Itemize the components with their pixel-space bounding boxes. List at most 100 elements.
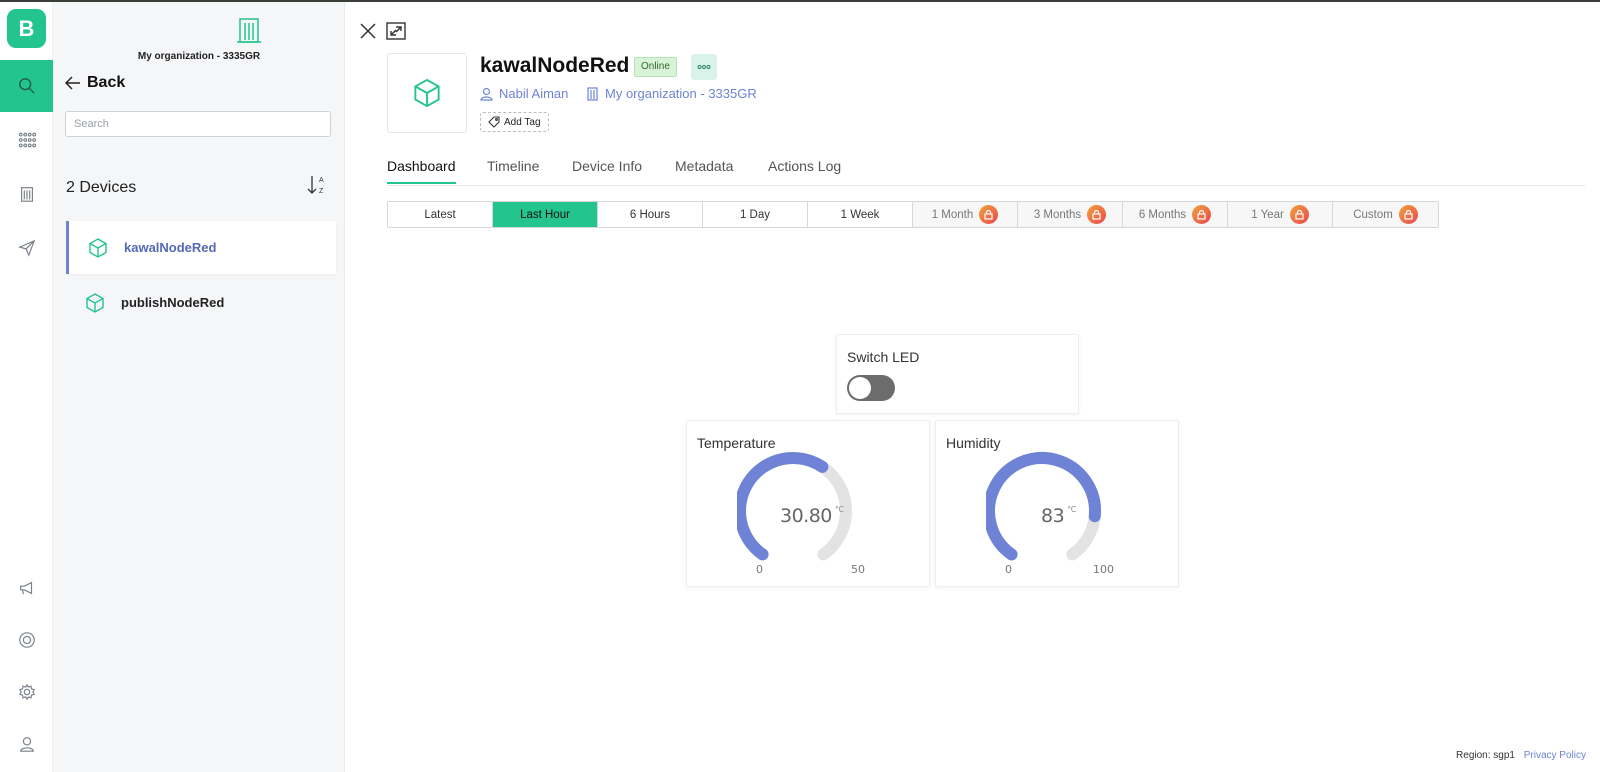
range-custom[interactable]: Custom	[1333, 202, 1438, 227]
sort-az-icon[interactable]: A Z	[306, 173, 328, 197]
device-panel: My organization - 3335GR Back 2 Devices …	[53, 2, 345, 772]
range-3-months[interactable]: 3 Months	[1018, 202, 1123, 227]
range-label: 1 Week	[840, 208, 880, 221]
tab-metadata[interactable]: Metadata	[675, 158, 733, 182]
widget-title: Humidity	[946, 435, 1001, 451]
range-label: 3 Months	[1033, 208, 1082, 221]
lock-icon	[979, 205, 999, 224]
device-avatar	[387, 53, 467, 133]
toggle-knob	[849, 377, 871, 399]
range-label: 1 Year	[1251, 208, 1284, 221]
device-title: kawalNodeRed	[480, 54, 630, 77]
tab-timeline[interactable]: Timeline	[487, 158, 539, 182]
lock-icon	[1192, 205, 1212, 224]
switch-widget: Switch LED	[836, 334, 1079, 414]
lock-icon	[1398, 205, 1418, 224]
lock-icon	[1289, 205, 1309, 224]
rail-organizations[interactable]	[0, 168, 53, 220]
tab-actions-log[interactable]: Actions Log	[768, 158, 841, 182]
rail-settings[interactable]	[0, 666, 53, 718]
range-label: 1 Day	[739, 208, 771, 221]
device-count: 2 Devices	[66, 179, 137, 196]
gauge-max: 50	[851, 563, 865, 576]
tag-icon	[488, 116, 500, 128]
device-list-item[interactable]: publishNodeRed	[66, 276, 336, 329]
range-6-hours[interactable]: 6 Hours	[598, 202, 703, 227]
user-icon	[480, 87, 493, 101]
back-label: Back	[87, 74, 126, 91]
owner-link[interactable]: Nabil Aiman	[480, 86, 568, 101]
apps-grid-icon	[18, 132, 36, 148]
gauge-min: 0	[756, 563, 763, 576]
rail-send[interactable]	[0, 222, 53, 274]
time-range-selector: Latest Last Hour 6 Hours 1 Day 1 Week 1 …	[387, 201, 1439, 228]
add-tag-button[interactable]: Add Tag	[480, 112, 549, 132]
lifebuoy-icon	[18, 632, 35, 648]
organization-link[interactable]: My organization - 3335GR	[586, 86, 757, 101]
device-list-item[interactable]: kawalNodeRed	[66, 221, 336, 274]
range-1-day[interactable]: 1 Day	[703, 202, 808, 227]
tab-dashboard[interactable]: Dashboard	[387, 158, 456, 184]
led-toggle[interactable]	[847, 375, 895, 401]
privacy-policy-link[interactable]: Privacy Policy	[1524, 750, 1586, 761]
range-label: 1 Month	[931, 208, 974, 221]
gear-icon	[18, 683, 35, 701]
range-1-week[interactable]: 1 Week	[808, 202, 913, 227]
rail-profile[interactable]	[0, 718, 53, 770]
left-rail: B	[0, 2, 53, 772]
gauge-min: 0	[1005, 563, 1012, 576]
close-icon[interactable]	[360, 23, 376, 39]
rail-search[interactable]	[0, 60, 53, 112]
svg-text:Z: Z	[319, 188, 324, 195]
app-logo[interactable]: B	[7, 9, 46, 48]
rail-announcements[interactable]	[0, 562, 53, 614]
range-1-month[interactable]: 1 Month	[913, 202, 1018, 227]
range-1-year[interactable]: 1 Year	[1228, 202, 1333, 227]
cube-icon	[414, 78, 440, 108]
organization-name: My organization - 3335GR	[605, 86, 757, 101]
range-last-hour[interactable]: Last Hour	[493, 202, 598, 227]
gauge-value: 30.80 °C	[780, 505, 844, 527]
arrow-left-icon	[65, 76, 80, 90]
owner-name: Nabil Aiman	[499, 86, 569, 101]
range-latest[interactable]: Latest	[388, 202, 493, 227]
tab-device-info[interactable]: Device Info	[572, 158, 642, 182]
range-6-months[interactable]: 6 Months	[1123, 202, 1228, 227]
cube-icon	[86, 292, 104, 313]
device-name: publishNodeRed	[121, 295, 225, 310]
svg-text:A: A	[319, 177, 324, 184]
rail-help[interactable]	[0, 614, 53, 666]
add-tag-label: Add Tag	[504, 116, 541, 128]
search-input[interactable]	[65, 111, 331, 137]
organization-name: My organization - 3335GR	[137, 51, 261, 62]
lock-icon	[1087, 205, 1107, 224]
status-badge: Online	[634, 57, 677, 77]
widget-title: Temperature	[697, 435, 776, 451]
megaphone-icon	[19, 581, 32, 595]
building-icon	[20, 187, 33, 202]
range-label: Custom	[1353, 208, 1393, 221]
device-name: kawalNodeRed	[124, 240, 217, 255]
region-label: Region: sgp1	[1456, 750, 1515, 761]
range-label: 6 Hours	[629, 208, 671, 221]
rail-apps[interactable]	[0, 114, 53, 166]
temperature-widget: Temperature 30.80 °C 0 50	[686, 420, 930, 587]
humidity-widget: Humidity 83 °C 0 100	[935, 420, 1179, 587]
building-icon	[587, 86, 598, 101]
cube-icon	[89, 237, 107, 258]
back-button[interactable]: Back	[65, 74, 125, 92]
footer: Region: sgp1 Privacy Policy	[1456, 750, 1586, 761]
ellipsis-icon	[697, 65, 711, 69]
range-label: Latest	[424, 208, 456, 221]
building-icon	[237, 18, 261, 43]
more-options-button[interactable]	[691, 54, 717, 80]
device-tabs: Dashboard Timeline Device Info Metadata …	[387, 152, 1585, 186]
widget-title: Switch LED	[847, 349, 920, 365]
user-icon	[19, 737, 34, 752]
gauge-value: 83 °C	[1041, 505, 1076, 527]
range-label: Last Hour	[520, 208, 570, 221]
send-icon	[17, 239, 35, 257]
search-icon	[18, 78, 35, 94]
expand-icon[interactable]	[386, 22, 406, 40]
range-label: 6 Months	[1138, 208, 1187, 221]
